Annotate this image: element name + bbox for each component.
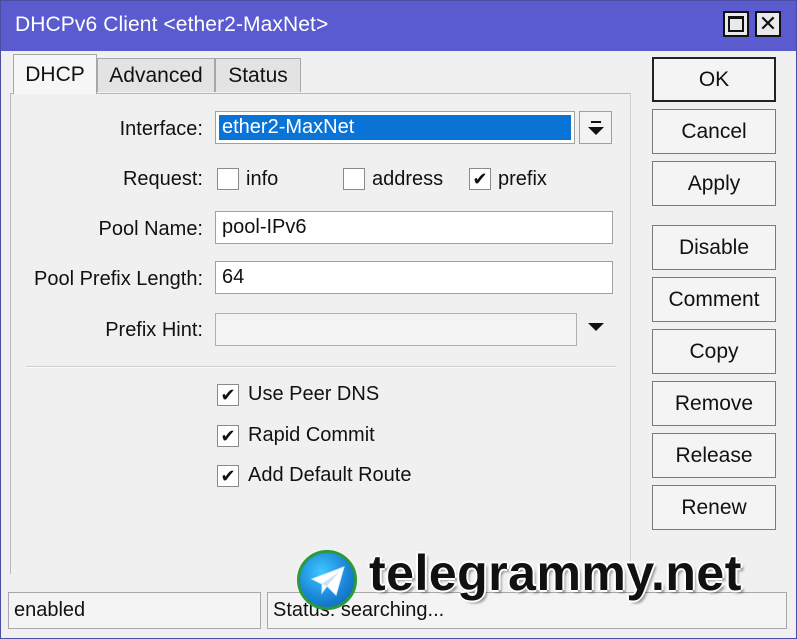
dropdown-bar-icon: [591, 121, 601, 123]
request-address-label: address: [372, 168, 444, 190]
tab-advanced-label: Advanced: [109, 63, 203, 87]
interface-select[interactable]: ether2-MaxNet: [215, 111, 575, 144]
ok-button-label: OK: [698, 67, 730, 91]
status-enabled: enabled: [8, 592, 261, 629]
watermark: telegrammy.net: [297, 545, 787, 612]
pool-prefix-length-input[interactable]: 64: [215, 261, 613, 294]
remove-button-label: Remove: [674, 391, 754, 415]
request-address-checkbox[interactable]: [343, 168, 365, 190]
copy-button[interactable]: Copy: [652, 329, 776, 374]
release-button[interactable]: Release: [652, 433, 776, 478]
paper-plane-icon: [310, 566, 345, 596]
renew-button[interactable]: Renew: [652, 485, 776, 530]
add-default-route-checkbox[interactable]: ✔: [217, 465, 239, 487]
disable-button[interactable]: Disable: [652, 225, 776, 270]
chevron-down-icon: [587, 126, 604, 135]
renew-button-label: Renew: [681, 495, 747, 519]
separator: [26, 366, 616, 368]
tab-status-label: Status: [228, 63, 288, 87]
interface-dropdown-button[interactable]: [579, 111, 612, 144]
interface-value: ether2-MaxNet: [219, 115, 571, 140]
rapid-commit-label: Rapid Commit: [248, 424, 375, 446]
prefix-hint-label: Prefix Hint:: [105, 319, 203, 341]
rapid-commit-checkbox[interactable]: ✔: [217, 425, 239, 447]
request-label: Request:: [122, 168, 203, 190]
prefix-hint-input[interactable]: [215, 313, 577, 346]
comment-button[interactable]: Comment: [652, 277, 776, 322]
interface-label: Interface:: [119, 118, 203, 140]
release-button-label: Release: [675, 443, 753, 467]
add-default-route-label: Add Default Route: [248, 464, 412, 486]
tab-dhcp-label: DHCP: [25, 62, 85, 86]
pool-prefix-length-label: Pool Prefix Length:: [34, 268, 203, 290]
cancel-button-label: Cancel: [681, 119, 747, 143]
tab-status[interactable]: Status: [215, 58, 301, 92]
request-info-label: info: [246, 168, 279, 190]
remove-button[interactable]: Remove: [652, 381, 776, 426]
check-icon: ✔: [472, 169, 488, 189]
dhcpv6-client-window: DHCPv6 Client <ether2-MaxNet> ✕ DHCP Adv…: [0, 0, 797, 639]
window-title: DHCPv6 Client <ether2-MaxNet>: [15, 13, 329, 36]
copy-button-label: Copy: [689, 339, 739, 363]
watermark-text: telegrammy.net: [369, 545, 742, 601]
ok-button[interactable]: OK: [652, 57, 776, 102]
close-button[interactable]: ✕: [755, 11, 781, 37]
tab-advanced[interactable]: Advanced: [97, 58, 215, 92]
close-icon: ✕: [758, 11, 778, 36]
cancel-button[interactable]: Cancel: [652, 109, 776, 154]
maximize-button[interactable]: [723, 11, 749, 37]
request-prefix-checkbox[interactable]: ✔: [469, 168, 491, 190]
comment-button-label: Comment: [668, 287, 760, 311]
request-info-checkbox[interactable]: [217, 168, 239, 190]
check-icon: ✔: [220, 426, 236, 446]
prefix-hint-dropdown-icon[interactable]: [588, 323, 604, 331]
use-peer-dns-checkbox[interactable]: ✔: [217, 384, 239, 406]
use-peer-dns-label: Use Peer DNS: [248, 383, 380, 405]
disable-button-label: Disable: [678, 235, 750, 259]
title-bar[interactable]: DHCPv6 Client <ether2-MaxNet> ✕: [1, 1, 796, 51]
pool-name-input[interactable]: pool-IPv6: [215, 211, 613, 244]
apply-button[interactable]: Apply: [652, 161, 776, 206]
apply-button-label: Apply: [687, 171, 741, 195]
check-icon: ✔: [220, 385, 236, 405]
telegram-logo-icon: [297, 550, 357, 610]
check-icon: ✔: [220, 466, 236, 486]
maximize-icon: [728, 16, 744, 32]
request-prefix-label: prefix: [498, 168, 547, 190]
pool-name-label: Pool Name:: [98, 218, 204, 240]
tab-dhcp[interactable]: DHCP: [13, 54, 97, 94]
